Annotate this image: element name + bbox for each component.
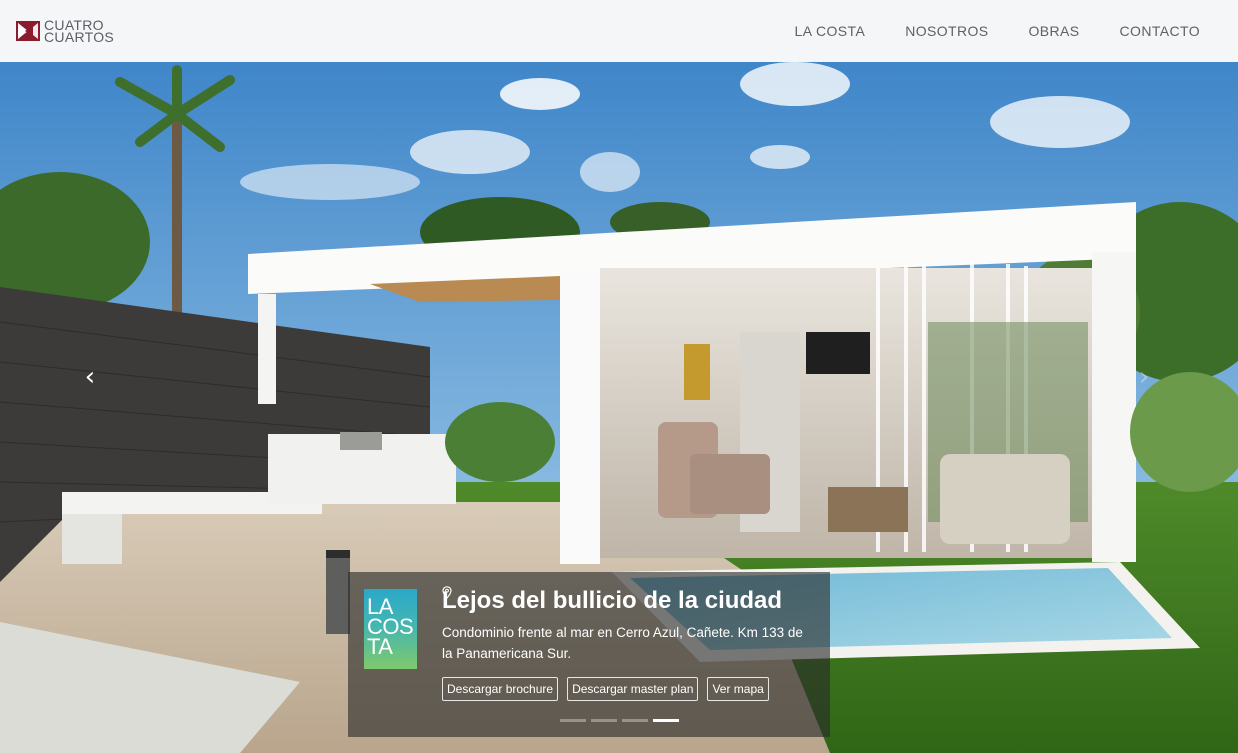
la-costa-logo: LA COS TA [364,589,417,669]
brand-logo[interactable]: CUATRO CUARTOS [16,18,114,44]
slider-dot-4[interactable] [653,719,679,722]
slider-next-button[interactable]: › [1132,362,1156,392]
slider-prev-button[interactable]: ‹ [78,362,102,392]
slider-dot-2[interactable] [591,719,617,722]
slider-pagination [560,719,679,722]
site-header: CUATRO CUARTOS LA COSTA NOSOTROS OBRAS C… [0,0,1238,62]
main-nav: LA COSTA NOSOTROS OBRAS CONTACTO [755,23,1200,39]
caption-actions: Descargar brochure Descargar master plan… [442,586,817,701]
chevron-left-icon: ‹ [84,362,96,392]
nav-item-contacto[interactable]: CONTACTO [1080,23,1200,39]
caption-description: Condominio frente al mar en Cerro Azul, … [442,625,803,661]
brand-line-2: CUARTOS [44,29,115,45]
cuatro-cuartos-logo-icon [16,21,40,41]
chevron-right-icon: › [1138,362,1150,392]
view-map-label: Ver mapa [712,682,764,696]
nav-item-la-costa[interactable]: LA COSTA [755,23,866,39]
nav-item-obras[interactable]: OBRAS [989,23,1080,39]
hero-slider: ‹ › LA COS TA Lejos del bullicio de la c… [0,62,1238,753]
caption-title: Lejos del bullicio de la ciudad [442,587,783,614]
slider-dot-1[interactable] [560,719,586,722]
caption-body: Lejos del bullicio de la ciudad Condomin… [442,586,817,701]
slider-dot-3[interactable] [622,719,648,722]
download-brochure-label: Descargar brochure [447,682,554,696]
view-map-button[interactable]: Ver mapa [442,586,769,701]
download-master-plan-label: Descargar master plan [572,682,694,696]
map-pin-icon [442,586,452,599]
download-brochure-button[interactable]: Descargar brochure [442,677,559,701]
slide-caption: LA COS TA Lejos del bullicio de la ciuda… [348,572,830,737]
download-master-plan-button[interactable]: Descargar master plan [567,677,699,701]
brand-name: CUATRO CUARTOS [44,18,115,45]
la-costa-logo-line-3: TA [367,634,393,659]
nav-item-nosotros[interactable]: NOSOTROS [865,23,988,39]
